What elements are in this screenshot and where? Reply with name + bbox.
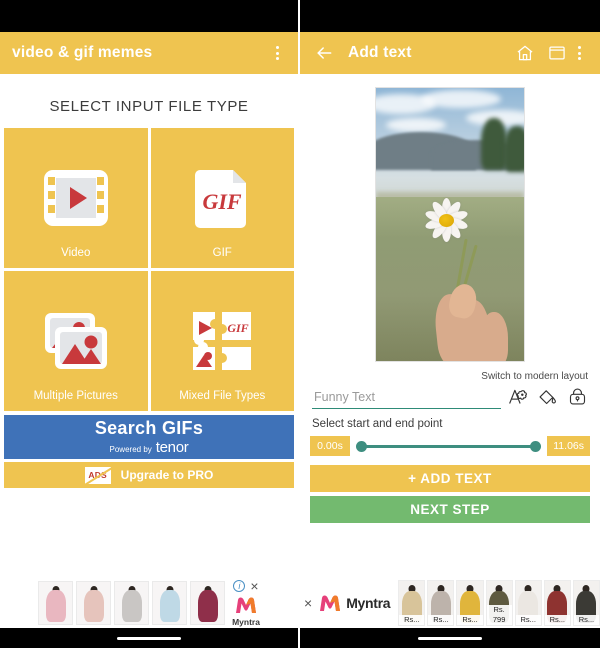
- text-style-icon[interactable]: [507, 386, 528, 407]
- ad-banner-left[interactable]: i × Myntra: [0, 578, 298, 628]
- film-strip-play-icon: [36, 153, 116, 243]
- more-vertical-icon[interactable]: [268, 43, 286, 63]
- tile-multiple-pictures[interactable]: Multiple Pictures: [4, 271, 148, 411]
- tile-video[interactable]: Video: [4, 128, 148, 268]
- ad-product-price: Rs...: [428, 615, 454, 625]
- upgrade-to-pro-button[interactable]: ADS Upgrade to PRO: [4, 462, 294, 488]
- page-title: Add text: [348, 44, 412, 61]
- slider-track: [361, 444, 537, 448]
- tile-label: GIF: [212, 247, 232, 259]
- status-bar: [0, 0, 298, 32]
- ad-product[interactable]: Rs...: [572, 580, 600, 626]
- ad-product[interactable]: Rs. 799: [485, 580, 513, 626]
- tile-label: Video: [61, 247, 91, 259]
- ad-product-price: Rs. 799: [486, 605, 512, 625]
- close-icon[interactable]: ×: [250, 579, 258, 593]
- more-vertical-icon[interactable]: [570, 43, 588, 63]
- ad-product-price: Rs...: [457, 615, 483, 625]
- right-phone-screen: Add text Switch to modern layout Funny T…: [300, 0, 600, 648]
- ad-content[interactable]: × Myntra Rs... Rs... Rs... Rs. 799 Rs...…: [300, 578, 600, 628]
- app-title: video & gif memes: [12, 44, 153, 61]
- end-time-chip: 11.06s: [547, 436, 590, 456]
- text-input[interactable]: [312, 388, 501, 409]
- ad-product[interactable]: Rs...: [543, 580, 571, 626]
- tile-mixed-file-types[interactable]: GIF Mixed File Types: [150, 271, 294, 411]
- tile-label: Multiple Pictures: [33, 390, 118, 402]
- text-tools: [507, 386, 588, 409]
- file-type-grid: Video GIF GIF Multiple Pictures GIF Mixe…: [0, 128, 298, 411]
- powered-by-label: Powered by: [109, 444, 152, 454]
- puzzle-mixed-icon: GIF: [182, 296, 262, 386]
- ad-product-price: Rs...: [515, 615, 541, 625]
- page-title: SELECT INPUT FILE TYPE: [49, 98, 249, 115]
- add-text-button[interactable]: + ADD TEXT: [310, 465, 590, 492]
- next-step-button[interactable]: NEXT STEP: [310, 496, 590, 523]
- tile-gif[interactable]: GIF GIF: [150, 128, 294, 268]
- switch-layout-link[interactable]: Switch to modern layout: [300, 362, 600, 382]
- ad-product-price: Rs...: [399, 615, 425, 625]
- tile-label: Mixed File Types: [179, 390, 266, 402]
- slider-track-area[interactable]: [356, 437, 542, 455]
- ad-thumbnail[interactable]: [114, 581, 150, 625]
- slider-handle-end[interactable]: [530, 440, 542, 452]
- status-bar: [300, 0, 600, 32]
- ad-product[interactable]: Rs...: [427, 580, 455, 626]
- ad-thumbnail[interactable]: [190, 581, 226, 625]
- arrow-left-icon[interactable]: [312, 41, 336, 65]
- ad-thumbnail[interactable]: [38, 581, 74, 625]
- close-icon[interactable]: ×: [304, 596, 312, 610]
- range-section-label: Select start and end point: [312, 418, 443, 430]
- ad-thumbnail[interactable]: [76, 581, 112, 625]
- dual-screenshot-container: video & gif memes SELECT INPUT FILE TYPE: [0, 0, 600, 648]
- ads-badge-icon: ADS: [84, 466, 111, 484]
- ad-product[interactable]: Rs...: [398, 580, 426, 626]
- ad-content[interactable]: i × Myntra: [0, 578, 298, 628]
- right-app-bar: Add text: [300, 32, 600, 74]
- left-app-bar: video & gif memes: [0, 32, 298, 74]
- ad-branding: i × Myntra: [232, 579, 260, 627]
- ad-product[interactable]: Rs...: [456, 580, 484, 626]
- system-nav-bar: [0, 628, 298, 648]
- svg-text:GIF: GIF: [228, 321, 249, 335]
- ad-controls: i ×: [233, 579, 259, 593]
- ad-banner-right[interactable]: × Myntra Rs... Rs... Rs... Rs. 799 Rs...…: [300, 578, 600, 628]
- time-range-slider[interactable]: 0.00s 11.06s: [300, 430, 600, 456]
- slider-handle-start[interactable]: [356, 440, 367, 452]
- info-icon[interactable]: i: [233, 580, 246, 592]
- media-preview[interactable]: [375, 87, 525, 362]
- ad-thumbnail[interactable]: [152, 581, 188, 625]
- lock-icon[interactable]: [567, 386, 588, 407]
- myntra-logo-icon: [236, 597, 256, 613]
- svg-text:GIF: GIF: [203, 189, 242, 214]
- myntra-logo-icon: [320, 595, 341, 611]
- left-phone-screen: video & gif memes SELECT INPUT FILE TYPE: [0, 0, 300, 648]
- window-icon[interactable]: [544, 40, 570, 66]
- upgrade-label: Upgrade to PRO: [120, 468, 214, 482]
- stacked-photos-icon: [35, 296, 117, 386]
- home-icon[interactable]: [512, 40, 538, 66]
- ad-product[interactable]: Rs...: [514, 580, 542, 626]
- start-time-chip: 0.00s: [310, 436, 350, 456]
- tenor-attribution: Powered by tenor: [110, 439, 189, 456]
- search-gifs-button[interactable]: Search GIFs Powered by tenor: [4, 415, 294, 459]
- paint-bucket-icon[interactable]: [537, 386, 558, 407]
- ad-product-price: Rs...: [544, 615, 570, 625]
- gif-file-icon: GIF: [182, 153, 262, 243]
- ad-brand-label: Myntra: [232, 617, 260, 627]
- system-nav-bar: [300, 628, 600, 648]
- search-gifs-label: Search GIFs: [94, 417, 204, 438]
- text-entry-row: [300, 382, 600, 409]
- tenor-label: tenor: [155, 438, 189, 456]
- ad-product-price: Rs...: [573, 615, 599, 625]
- media-preview-container: [300, 87, 600, 362]
- ad-brand-label: Myntra: [346, 595, 391, 611]
- ad-branding: Myntra: [317, 593, 396, 613]
- ads-badge-label: ADS: [88, 470, 107, 480]
